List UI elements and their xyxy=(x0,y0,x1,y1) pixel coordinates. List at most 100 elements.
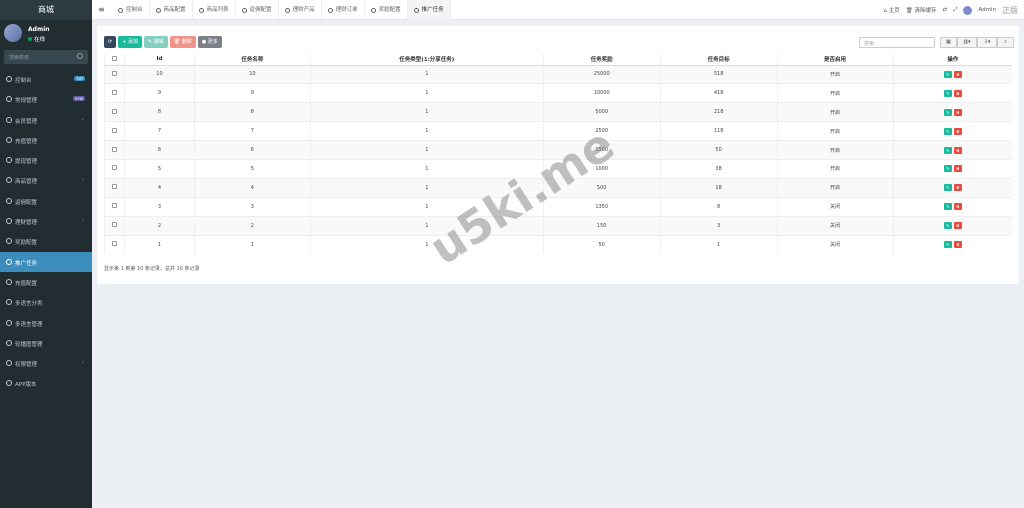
checkbox-icon[interactable] xyxy=(111,165,117,171)
table-row[interactable]: 2 2 1 150 3 关闭 ✎ ✖ xyxy=(104,215,1012,236)
nav-tab[interactable]: 商品配置 xyxy=(150,0,193,20)
delete-row-icon[interactable]: ✖ xyxy=(953,70,962,78)
delete-row-icon[interactable]: ✖ xyxy=(953,203,962,211)
advanced-search-icon[interactable]: ⌕ xyxy=(997,37,1014,48)
edit-button[interactable]: ✎ 编辑 xyxy=(144,36,168,48)
row-checkbox[interactable] xyxy=(104,158,125,179)
checkbox-icon[interactable] xyxy=(111,203,117,209)
user-menu[interactable]: Admin xyxy=(978,7,996,13)
checkbox-icon[interactable] xyxy=(111,241,117,247)
delete-row-icon[interactable]: ✖ xyxy=(953,127,962,135)
nav-tabs: 控制台 商品配置 商品列表 返佣配置 理财产品 理财订单 奖励配置 推广任务 xyxy=(112,0,451,20)
select-all-checkbox[interactable] xyxy=(104,54,125,66)
sidebar-item[interactable]: 理财管理 ‹ xyxy=(0,211,92,231)
nav-tab[interactable]: 理财订单 xyxy=(322,0,365,20)
table-row[interactable]: 9 9 1 10000 418 开启 ✎ ✖ xyxy=(104,83,1012,103)
delete-button[interactable]: 🗑 删除 xyxy=(169,36,196,48)
avatar[interactable] xyxy=(963,5,973,15)
sidebar-item[interactable]: 轮播图管理 xyxy=(0,333,92,353)
refresh-button[interactable]: ⟳ xyxy=(104,36,117,48)
edit-row-icon[interactable]: ✎ xyxy=(943,127,952,135)
nav-tab[interactable]: 商品列表 xyxy=(193,0,236,20)
table-row[interactable]: 1 1 1 50 1 关闭 ✎ ✖ xyxy=(104,234,1012,254)
chevron-left-icon: ‹ xyxy=(82,218,84,225)
sidebar-item[interactable]: 商品管理 ‹ xyxy=(0,170,92,190)
checkbox-icon[interactable] xyxy=(111,146,117,152)
delete-row-icon[interactable]: ✖ xyxy=(953,184,962,192)
row-checkbox[interactable] xyxy=(104,196,125,217)
watermark-badge: 正版 xyxy=(1002,5,1018,15)
row-actions: ✎ ✖ xyxy=(892,215,1012,236)
more-button[interactable]: ● 更多 xyxy=(197,36,222,48)
edit-row-icon[interactable]: ✎ xyxy=(943,70,952,78)
sidebar-item[interactable]: 奖励配置 xyxy=(0,231,92,251)
cell-target: 8 xyxy=(659,196,778,217)
row-checkbox[interactable] xyxy=(104,83,125,103)
delete-row-icon[interactable]: ✖ xyxy=(953,108,962,116)
edit-row-icon[interactable]: ✎ xyxy=(943,89,952,97)
checkbox-icon[interactable] xyxy=(111,108,117,114)
sidebar-item[interactable]: APP版本 xyxy=(0,373,92,393)
add-button[interactable]: + 添加 xyxy=(118,36,142,48)
edit-row-icon[interactable]: ✎ xyxy=(943,241,952,249)
edit-row-icon[interactable]: ✎ xyxy=(943,108,952,116)
nav-tab[interactable]: 控制台 xyxy=(112,0,150,20)
row-checkbox[interactable] xyxy=(104,102,125,122)
row-checkbox[interactable] xyxy=(104,177,125,198)
sidebar-item[interactable]: 常规管理 new xyxy=(0,89,92,109)
nav-tab[interactable]: 理财产品 xyxy=(279,0,322,20)
checkbox-icon[interactable] xyxy=(111,70,117,76)
table-row[interactable]: 8 8 1 5000 218 开启 ✎ ✖ xyxy=(104,102,1012,122)
sidebar-item[interactable]: 会员管理 ‹ xyxy=(0,110,92,130)
edit-row-icon[interactable]: ✎ xyxy=(943,146,952,154)
sidebar-search-input[interactable]: 搜索菜单 xyxy=(4,50,88,64)
clear-cache-button[interactable]: 🗑 清除缓存 xyxy=(906,6,937,14)
language-icon[interactable]: ⇄ xyxy=(942,7,947,13)
sidebar-item[interactable]: 返佣配置 xyxy=(0,191,92,211)
edit-row-icon[interactable]: ✎ xyxy=(943,184,952,192)
nav-tab[interactable]: 推广任务 xyxy=(407,0,451,20)
row-checkbox[interactable] xyxy=(104,234,125,254)
row-checkbox[interactable] xyxy=(104,140,125,160)
row-checkbox[interactable] xyxy=(104,64,125,84)
edit-row-icon[interactable]: ✎ xyxy=(943,165,952,173)
edit-row-icon[interactable]: ✎ xyxy=(943,222,952,230)
sidebar-item[interactable]: 充值配置 xyxy=(0,272,92,292)
delete-row-icon[interactable]: ✖ xyxy=(953,146,962,154)
home-link[interactable]: ⌂ 主页 xyxy=(883,6,899,14)
table-row[interactable]: 7 7 1 2500 118 开启 ✎ ✖ xyxy=(104,121,1012,141)
columns-dropdown-icon[interactable]: ▥▾ xyxy=(957,37,977,48)
delete-row-icon[interactable]: ✖ xyxy=(953,222,962,230)
sidebar-item[interactable]: 权限管理 ‹ xyxy=(0,353,92,373)
search-icon[interactable] xyxy=(77,53,83,59)
nav-tab[interactable]: 返佣配置 xyxy=(236,0,279,20)
delete-row-icon[interactable]: ✖ xyxy=(953,89,962,97)
table-row[interactable]: 10 10 1 25000 518 开启 ✎ ✖ xyxy=(104,64,1012,84)
sidebar-item[interactable]: 提现管理 xyxy=(0,150,92,170)
sidebar-item[interactable]: 推广任务 xyxy=(0,251,92,272)
row-actions: ✎ ✖ xyxy=(892,121,1012,141)
clear-cache-label: 清除缓存 xyxy=(914,8,937,14)
sidebar-search-placeholder: 搜索菜单 xyxy=(9,55,30,61)
delete-row-icon[interactable]: ✖ xyxy=(953,165,962,173)
nav-tab[interactable]: 奖励配置 xyxy=(365,0,408,20)
checkbox-icon[interactable] xyxy=(111,89,117,95)
delete-row-icon[interactable]: ✖ xyxy=(953,241,962,249)
export-dropdown-icon[interactable]: ⇩▾ xyxy=(977,37,997,48)
sidebar-item[interactable]: 多语言管理 xyxy=(0,313,92,333)
toggle-view-icon[interactable]: ▦ xyxy=(940,37,957,48)
checkbox-icon[interactable] xyxy=(111,184,117,190)
sidebar-item[interactable]: 充值管理 xyxy=(0,130,92,150)
table-search-input[interactable]: 搜索 xyxy=(859,37,935,48)
edit-row-icon[interactable]: ✎ xyxy=(943,203,952,211)
app-logo[interactable]: 商城 xyxy=(0,0,92,20)
fullscreen-icon[interactable]: ⤢ xyxy=(953,7,957,14)
checkbox-icon[interactable] xyxy=(111,127,117,133)
checkbox-icon[interactable] xyxy=(111,55,117,61)
row-checkbox[interactable] xyxy=(104,215,125,236)
checkbox-icon[interactable] xyxy=(111,222,117,228)
sidebar-item[interactable]: 控制台 hot xyxy=(0,69,92,89)
row-checkbox[interactable] xyxy=(104,121,125,141)
menu-toggle-icon[interactable]: ≡ xyxy=(98,5,105,14)
sidebar-item[interactable]: 多语言分类 xyxy=(0,292,92,312)
